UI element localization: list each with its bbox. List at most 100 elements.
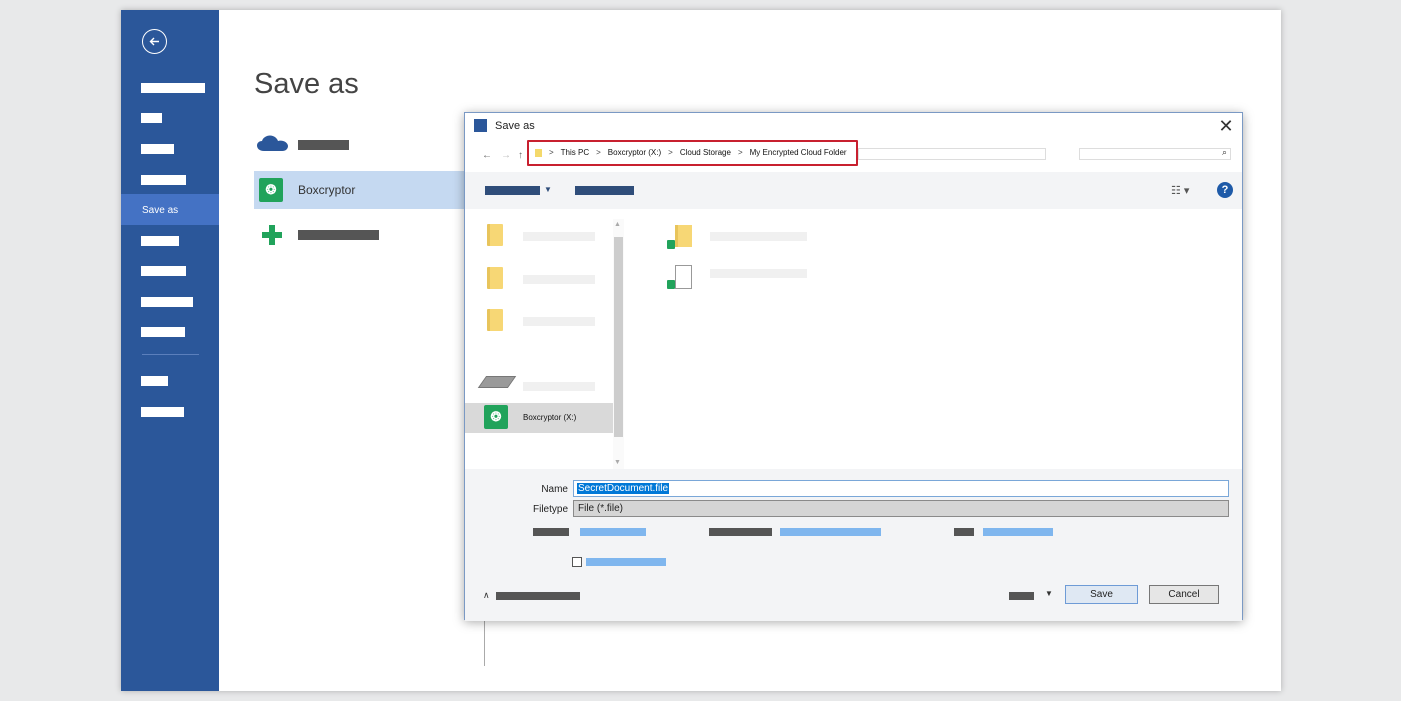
nav-item-label-placeholder [523, 275, 595, 284]
nav-item-label-placeholder [523, 232, 595, 241]
sidebar-item-open[interactable] [141, 144, 174, 154]
nav-item-label-placeholder [523, 382, 595, 391]
folder-icon [675, 225, 692, 247]
page-title: Save as [254, 68, 359, 100]
address-bar-input[interactable] [858, 148, 1046, 160]
scroll-down-icon[interactable]: ▼ [614, 459, 621, 466]
sidebar-item-account[interactable] [141, 376, 168, 386]
navigation-pane: ❂ Boxcryptor (X:) [465, 209, 624, 471]
close-icon[interactable]: ✕ [1217, 117, 1235, 135]
back-nav-icon[interactable]: ← [482, 150, 492, 161]
nav-item-folder[interactable] [465, 262, 613, 292]
folder-icon [487, 224, 503, 246]
breadcrumb[interactable]: > This PC > Boxcryptor (X:) > Cloud Stor… [527, 140, 858, 166]
save-as-dialog: Save as ✕ ← → ↑ > This PC > Boxcryptor (… [464, 112, 1243, 621]
boxcryptor-icon: ❂ [484, 405, 508, 429]
forward-nav-icon[interactable]: → [501, 150, 511, 161]
chevron-up-icon[interactable]: ∧ [483, 590, 490, 601]
filetype-select[interactable]: File (*.file) [573, 500, 1229, 517]
back-arrow-icon [149, 37, 159, 46]
nav-item-boxcryptor[interactable]: ❂ Boxcryptor (X:) [465, 403, 613, 433]
organize-button[interactable] [485, 186, 540, 195]
sidebar-item-print[interactable] [141, 236, 179, 246]
checkbox-label-placeholder[interactable] [586, 558, 666, 566]
hide-folders-label-placeholder[interactable] [496, 592, 580, 600]
help-icon[interactable]: ? [1217, 182, 1233, 198]
sidebar-item-save-as[interactable]: Save as [121, 194, 219, 225]
title-link-placeholder[interactable] [983, 528, 1053, 536]
cancel-button[interactable]: Cancel [1149, 585, 1219, 604]
nav-item-drive[interactable] [465, 368, 613, 398]
nav-item-folder[interactable] [465, 219, 613, 249]
document-icon [675, 265, 692, 289]
place-boxcryptor[interactable]: ❂ Boxcryptor [254, 171, 469, 209]
onedrive-label-placeholder [298, 140, 349, 150]
sidebar-item-close[interactable] [141, 327, 185, 337]
sidebar-item-new[interactable] [141, 113, 162, 123]
save-button[interactable]: Save [1065, 585, 1138, 604]
place-onedrive[interactable] [254, 125, 469, 163]
folder-icon [487, 309, 503, 331]
breadcrumb-separator: > [737, 148, 743, 157]
sidebar-item-options[interactable] [141, 407, 184, 417]
lock-icon [667, 280, 675, 289]
nav-item-label: Boxcryptor (X:) [523, 413, 577, 422]
search-input[interactable]: ⌕ [1079, 147, 1231, 160]
dialog-titlebar[interactable]: Save as ✕ [465, 113, 1242, 141]
filetype-label: Filetype [532, 504, 568, 515]
breadcrumb-item[interactable]: Cloud Storage [680, 148, 731, 157]
word-icon [474, 119, 487, 132]
view-icon[interactable]: ☷ ▾ [1171, 184, 1189, 197]
scroll-up-icon[interactable]: ▲ [614, 221, 621, 228]
breadcrumb-separator: > [549, 148, 554, 157]
backstage-sidebar: Save as [121, 10, 219, 691]
boxcryptor-icon: ❂ [259, 178, 283, 202]
authors-link-placeholder[interactable] [580, 528, 646, 536]
breadcrumb-item[interactable]: My Encrypted Cloud Folder [750, 148, 847, 157]
sidebar-divider [142, 354, 199, 355]
nav-item-folder[interactable] [465, 304, 613, 334]
sidebar-item-info[interactable] [141, 83, 205, 93]
back-button[interactable] [142, 29, 167, 54]
file-list-document[interactable] [667, 265, 837, 295]
place-add[interactable] [254, 216, 469, 254]
onedrive-cloud-icon [257, 135, 288, 151]
divider-line [484, 620, 485, 666]
sidebar-item-export[interactable] [141, 297, 193, 307]
authors-label-placeholder [533, 528, 569, 536]
folder-icon [535, 148, 542, 157]
new-folder-button[interactable] [575, 186, 634, 195]
file-list-folder[interactable] [667, 225, 837, 255]
file-name-value: SecretDocument.file [577, 483, 670, 494]
sidebar-item-label: Save as [142, 205, 179, 216]
file-name-placeholder [710, 269, 807, 278]
drive-icon [477, 376, 517, 388]
tools-button-placeholder[interactable] [1009, 592, 1034, 600]
sidebar-item-share[interactable] [141, 266, 186, 276]
breadcrumb-item[interactable]: This PC [561, 148, 589, 157]
tags-label-placeholder [709, 528, 772, 536]
breadcrumb-item[interactable]: Boxcryptor (X:) [608, 148, 661, 157]
file-name-placeholder [710, 232, 807, 241]
file-name-input[interactable]: SecretDocument.file [573, 480, 1229, 497]
title-label-placeholder [954, 528, 974, 536]
tags-link-placeholder[interactable] [780, 528, 881, 536]
breadcrumb-separator: > [668, 148, 673, 157]
sidebar-item-save[interactable] [141, 175, 186, 185]
place-label: Boxcryptor [298, 183, 356, 197]
name-label: Name [541, 484, 568, 495]
thumbnail-checkbox[interactable] [572, 557, 582, 567]
lock-icon [667, 240, 675, 249]
add-place-icon [262, 225, 282, 245]
chevron-down-icon: ▼ [544, 185, 552, 194]
add-place-label-placeholder [298, 230, 379, 240]
search-icon: ⌕ [1221, 147, 1227, 157]
dialog-toolbar: ▼ ☷ ▾ ? [465, 172, 1242, 209]
folder-icon [487, 267, 503, 289]
scroll-thumb[interactable] [614, 237, 623, 437]
filetype-value: File (*.file) [578, 503, 624, 514]
nav-item-label-placeholder [523, 317, 595, 326]
chevron-down-icon[interactable]: ▼ [1045, 589, 1053, 598]
nav-scrollbar[interactable]: ▲ ▼ [613, 219, 624, 471]
up-nav-icon[interactable]: ↑ [518, 150, 523, 161]
